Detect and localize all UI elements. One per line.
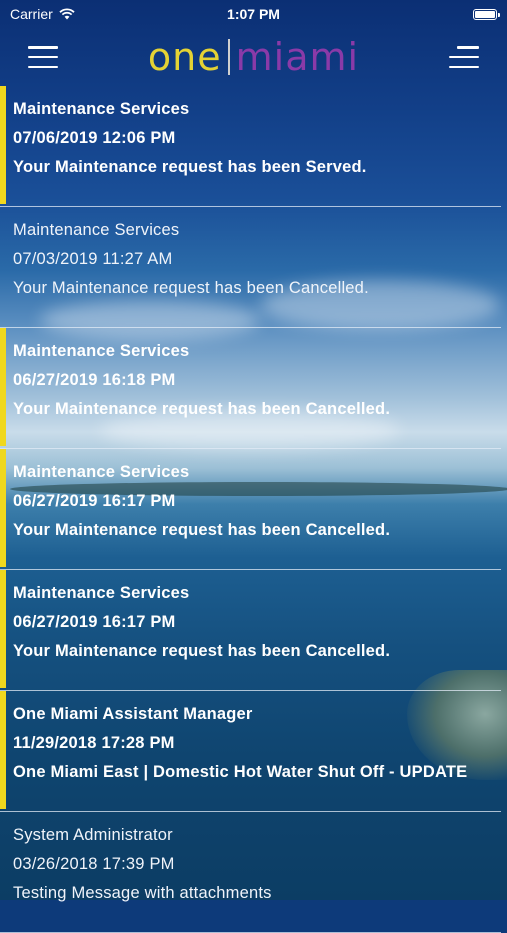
notification-item[interactable]: Maintenance Services 07/06/2019 12:06 PM…: [0, 86, 501, 207]
notification-item[interactable]: Maintenance Services 06/27/2019 16:17 PM…: [0, 449, 501, 570]
clock: 1:07 PM: [227, 6, 280, 22]
logo-divider: [227, 39, 230, 75]
notification-list: Maintenance Services 07/06/2019 12:06 PM…: [0, 86, 501, 933]
notification-date: 03/26/2018 17:39 PM: [13, 855, 175, 873]
notification-date: 11/29/2018 17:28 PM: [13, 734, 175, 752]
notification-message: Testing Message with attachments: [13, 884, 272, 902]
notification-sender: Maintenance Services: [13, 584, 190, 602]
notification-sender: Maintenance Services: [13, 100, 190, 118]
unread-indicator: [0, 691, 6, 809]
notification-item[interactable]: Maintenance Services 06/27/2019 16:18 PM…: [0, 328, 501, 449]
notification-sender: Maintenance Services: [13, 342, 190, 360]
logo-one-text: one: [147, 35, 222, 79]
unread-indicator: [0, 570, 6, 688]
notification-date: 06/27/2019 16:17 PM: [13, 613, 176, 631]
notification-date: 07/03/2019 11:27 AM: [13, 250, 173, 268]
notification-message: Your Maintenance request has been Cancel…: [13, 400, 391, 418]
status-bar: Carrier 1:07 PM: [0, 0, 507, 28]
battery-icon: [473, 8, 500, 20]
notification-message: Your Maintenance request has been Cancel…: [13, 521, 391, 539]
notification-sender: Maintenance Services: [13, 221, 180, 239]
unread-indicator: [0, 328, 6, 446]
unread-indicator: [0, 86, 6, 204]
notification-item[interactable]: Maintenance Services 06/27/2019 16:17 PM…: [0, 570, 501, 691]
notification-item[interactable]: Maintenance Services 07/03/2019 11:27 AM…: [0, 207, 501, 328]
options-menu-icon[interactable]: [449, 46, 479, 68]
wifi-icon: [59, 8, 75, 20]
notification-date: 06/27/2019 16:17 PM: [13, 492, 176, 510]
logo-miami-text: miami: [235, 35, 360, 79]
one-miami-logo: one miami: [148, 38, 359, 76]
notification-message: One Miami East | Domestic Hot Water Shut…: [13, 763, 468, 781]
unread-indicator: [0, 449, 6, 567]
notification-sender: One Miami Assistant Manager: [13, 705, 253, 723]
notification-item[interactable]: System Administrator 03/26/2018 17:39 PM…: [0, 812, 501, 933]
notification-sender: System Administrator: [13, 826, 173, 844]
notification-sender: Maintenance Services: [13, 463, 190, 481]
notification-date: 06/27/2019 16:18 PM: [13, 371, 176, 389]
notification-message: Your Maintenance request has been Served…: [13, 158, 367, 176]
carrier-label: Carrier: [10, 6, 53, 22]
notification-message: Your Maintenance request has been Cancel…: [13, 642, 391, 660]
notification-date: 07/06/2019 12:06 PM: [13, 129, 176, 147]
notification-item[interactable]: One Miami Assistant Manager 11/29/2018 1…: [0, 691, 501, 812]
notification-message: Your Maintenance request has been Cancel…: [13, 279, 369, 297]
menu-icon[interactable]: [28, 46, 58, 68]
navigation-bar: one miami: [0, 28, 507, 86]
